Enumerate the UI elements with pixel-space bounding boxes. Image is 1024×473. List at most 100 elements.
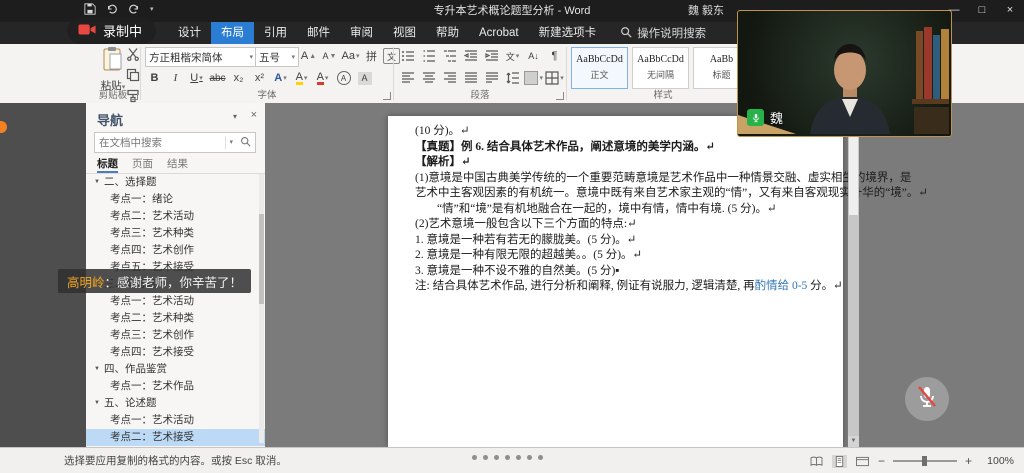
nav-item[interactable]: ▼ 考点四：艺术接受 xyxy=(86,344,265,361)
ribbon-tab[interactable]: 设计 xyxy=(168,22,211,44)
font-size-combo[interactable]: 五号▾ xyxy=(255,47,299,67)
read-mode-icon[interactable] xyxy=(809,455,824,468)
align-right-icon[interactable] xyxy=(440,69,459,87)
nav-item[interactable]: ▼ 考点一：艺术活动 xyxy=(86,412,265,429)
change-case-icon[interactable]: Aa▾ xyxy=(341,47,360,65)
strikethrough-button[interactable]: abc xyxy=(208,69,227,87)
tell-me-search[interactable]: 操作说明搜索 xyxy=(620,25,706,41)
line-spacing-icon[interactable] xyxy=(503,69,522,87)
scroll-down-icon[interactable]: ▼ xyxy=(848,436,859,447)
decrease-indent-icon[interactable] xyxy=(461,47,480,65)
paragraph-dialog-launcher[interactable] xyxy=(556,92,564,100)
nav-item[interactable]: ▼ 考点三：艺术种类 xyxy=(86,225,265,242)
nav-item[interactable]: ▼ 考点四：艺术创作 xyxy=(86,242,265,259)
search-input[interactable] xyxy=(95,137,225,149)
copy-icon[interactable] xyxy=(126,68,140,87)
maximize-button[interactable]: □ xyxy=(968,0,996,22)
navigation-close-icon[interactable]: × xyxy=(251,109,257,121)
subscript-button[interactable]: x₂ xyxy=(229,69,248,87)
clipboard-dialog-launcher[interactable] xyxy=(130,92,138,100)
toolbar-dot[interactable] xyxy=(538,455,543,460)
justify-icon[interactable] xyxy=(461,69,480,87)
align-center-icon[interactable] xyxy=(419,69,438,87)
expand-triangle-icon[interactable]: ▼ xyxy=(94,361,104,378)
nav-item[interactable]: ▼ 考点二：艺术活动 xyxy=(86,208,265,225)
asian-layout-icon[interactable]: 文▾ xyxy=(503,47,522,65)
nav-item[interactable]: ▼ 考点二：艺术接受 xyxy=(86,429,265,446)
zoom-in-button[interactable]: + xyxy=(965,454,972,468)
align-left-icon[interactable] xyxy=(398,69,417,87)
navigation-tab[interactable]: 结果 xyxy=(167,155,188,173)
search-dropdown-icon[interactable]: ▾ xyxy=(225,136,236,149)
nav-item[interactable]: ▼ 考点三：艺术创作 xyxy=(86,327,265,344)
ribbon-tab[interactable]: 邮件 xyxy=(297,22,340,44)
toolbar-dot[interactable] xyxy=(527,455,532,460)
zoom-out-button[interactable]: − xyxy=(878,454,885,468)
nav-item[interactable]: ▼ 考点一：艺术活动 xyxy=(86,293,265,310)
font-dialog-launcher[interactable] xyxy=(383,92,391,100)
ribbon-tab[interactable]: 新建选项卡 xyxy=(529,22,607,44)
font-color-icon[interactable]: A▾ xyxy=(313,69,332,87)
zoom-percentage[interactable]: 100% xyxy=(980,455,1014,467)
character-shading-icon[interactable]: A xyxy=(355,69,374,87)
toolbar-dot[interactable] xyxy=(494,455,499,460)
phonetic-guide-icon[interactable]: 拼 xyxy=(362,47,381,65)
superscript-button[interactable]: x² xyxy=(250,69,269,87)
font-name-combo[interactable]: 方正粗楷宋简体▾ xyxy=(145,47,257,67)
distribute-icon[interactable] xyxy=(482,69,501,87)
style-card[interactable]: AaBbCcDd 无间隔 xyxy=(632,47,689,89)
show-marks-icon[interactable]: ¶ xyxy=(545,47,564,65)
nav-item[interactable]: ▼ 考点一：绪论 xyxy=(86,191,265,208)
zoom-slider-thumb[interactable] xyxy=(922,456,927,466)
bullets-icon[interactable] xyxy=(398,47,417,65)
web-layout-icon[interactable] xyxy=(855,455,870,468)
note-highlighted-text[interactable]: 酌情给 0-5 xyxy=(755,280,808,292)
underline-button[interactable]: U▾ xyxy=(187,69,206,87)
ribbon-tab[interactable]: 视图 xyxy=(383,22,426,44)
navigation-tab[interactable]: 页面 xyxy=(132,155,153,173)
sort-icon[interactable]: A↓ xyxy=(524,47,543,65)
shading-icon[interactable]: ▾ xyxy=(524,69,543,87)
print-layout-icon[interactable] xyxy=(832,455,847,468)
ribbon-tab[interactable]: 帮助 xyxy=(426,22,469,44)
navigation-search-box[interactable]: ▾ xyxy=(94,132,256,153)
ribbon-tab[interactable]: Acrobat xyxy=(469,22,529,44)
enclose-character-icon[interactable]: A xyxy=(334,69,353,87)
bold-button[interactable]: B xyxy=(145,69,164,87)
navigation-scrollbar[interactable] xyxy=(259,174,264,443)
document-page[interactable]: (10 分)。↵【真题】例 6. 结合具体艺术作品，阐述意境的美学内涵。↵【解析… xyxy=(388,116,843,447)
nav-item[interactable]: ▼ 二、选择题 xyxy=(86,174,265,191)
cut-icon[interactable] xyxy=(126,47,140,66)
borders-icon[interactable]: ▾ xyxy=(545,69,564,87)
mute-microphone-button[interactable] xyxy=(905,377,949,421)
multilevel-list-icon[interactable] xyxy=(440,47,459,65)
ribbon-tab[interactable]: 引用 xyxy=(254,22,297,44)
zoom-slider[interactable] xyxy=(893,460,957,462)
ribbon-tab[interactable]: 审阅 xyxy=(340,22,383,44)
text-effects-icon[interactable]: A▾ xyxy=(271,69,290,87)
close-button[interactable]: × xyxy=(996,0,1024,22)
shrink-font-icon[interactable]: A▼ xyxy=(320,47,339,65)
toolbar-dot[interactable] xyxy=(516,455,521,460)
nav-item[interactable]: ▼ 五、论述题 xyxy=(86,395,265,412)
account-name[interactable]: 魏 毅东 xyxy=(688,0,724,22)
toolbar-dot[interactable] xyxy=(483,455,488,460)
italic-button[interactable]: I xyxy=(166,69,185,87)
expand-triangle-icon[interactable]: ▼ xyxy=(94,395,104,412)
search-icon[interactable] xyxy=(236,134,255,152)
webcam-overlay[interactable]: 魏 xyxy=(737,10,952,137)
scrollbar-thumb[interactable] xyxy=(849,130,858,215)
navigation-options-icon[interactable]: ▾ xyxy=(233,112,237,121)
navigation-tab[interactable]: 标题 xyxy=(97,155,118,173)
ribbon-tab[interactable]: 布局 xyxy=(211,22,254,44)
highlight-color-icon[interactable]: A▾ xyxy=(292,69,311,87)
toolbar-dot[interactable] xyxy=(472,455,477,460)
nav-item[interactable]: ▼ 考点一：艺术作品 xyxy=(86,378,265,395)
nav-item[interactable]: ▼ 四、作品鉴赏 xyxy=(86,361,265,378)
nav-item[interactable]: ▼ 考点二：艺术种类 xyxy=(86,310,265,327)
increase-indent-icon[interactable] xyxy=(482,47,501,65)
recording-indicator[interactable]: 录制中 xyxy=(67,17,156,44)
toolbar-dot[interactable] xyxy=(505,455,510,460)
numbering-icon[interactable] xyxy=(419,47,438,65)
style-card[interactable]: AaBbCcDd 正文 xyxy=(571,47,628,89)
